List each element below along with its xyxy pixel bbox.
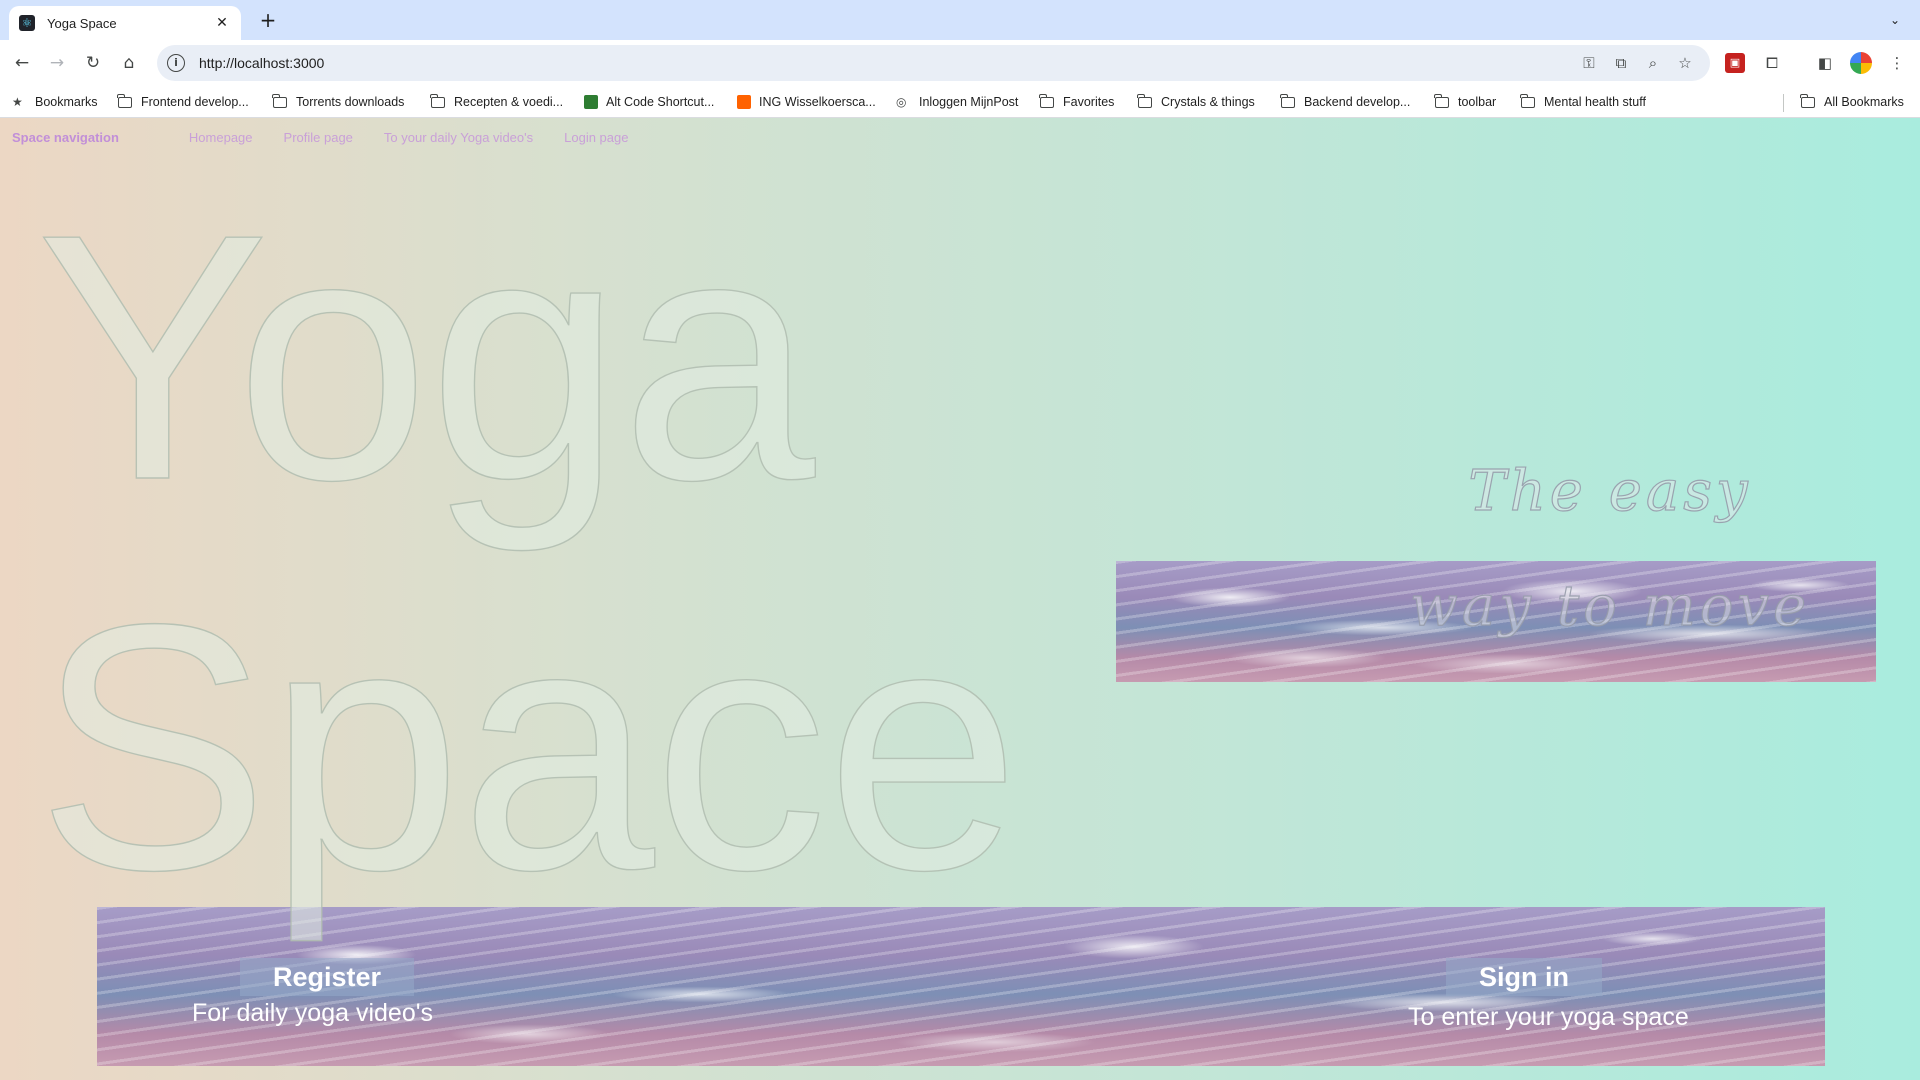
- nav-link-yoga-videos[interactable]: To your daily Yoga video's: [384, 130, 533, 145]
- url-text[interactable]: http://localhost:3000: [199, 55, 1580, 71]
- nav-brand[interactable]: Space navigation: [12, 130, 119, 145]
- bookmarks-bar: ★ Bookmarks Frontend develop... Torrents…: [0, 86, 1920, 118]
- bookmark-folder[interactable]: Favorites: [1039, 86, 1115, 118]
- zoom-icon[interactable]: ⌕: [1644, 54, 1662, 72]
- bookmark-label: Mental health stuff: [1544, 95, 1646, 109]
- browser-tab[interactable]: ⚛ Yoga Space ✕: [9, 6, 241, 40]
- bookmark-item[interactable]: Alt Code Shortcut...: [584, 86, 714, 118]
- key-icon[interactable]: ⚿: [1580, 54, 1598, 72]
- nav-link-login[interactable]: Login page: [564, 130, 628, 145]
- bookmark-label: Recepten & voedi...: [454, 95, 564, 109]
- menu-icon[interactable]: ⋮: [1887, 53, 1907, 73]
- avatar[interactable]: [1850, 52, 1872, 74]
- bookmark-folder[interactable]: Frontend develop...: [117, 86, 249, 118]
- bookmark-item[interactable]: ◎ Inloggen MijnPost: [896, 86, 1018, 118]
- address-bar[interactable]: i http://localhost:3000 ⚿ ⧉ ⌕ ☆: [157, 45, 1710, 81]
- star-icon: ★: [12, 95, 23, 109]
- folder-icon: [1039, 93, 1054, 108]
- tab-title: Yoga Space: [47, 15, 117, 31]
- close-icon[interactable]: ✕: [213, 14, 231, 32]
- nav-link-profile[interactable]: Profile page: [284, 130, 353, 145]
- back-icon[interactable]: ←: [8, 49, 36, 77]
- folder-icon: [1520, 93, 1535, 108]
- folder-icon: [1280, 93, 1295, 108]
- home-icon[interactable]: ⌂: [115, 49, 143, 77]
- bookmark-folder[interactable]: Mental health stuff: [1520, 86, 1646, 118]
- bookmark-label: toolbar: [1458, 95, 1497, 109]
- folder-icon: [1434, 93, 1449, 108]
- folder-icon: [1800, 93, 1815, 108]
- tab-strip: ⚛ Yoga Space ✕ + ⌄: [0, 0, 1920, 40]
- bookmark-folder[interactable]: Crystals & things: [1137, 86, 1255, 118]
- site-favicon: [584, 95, 598, 109]
- bookmark-label: ING Wisselkoersca...: [759, 95, 876, 109]
- react-icon: ⚛: [19, 15, 35, 31]
- nav-link-homepage[interactable]: Homepage: [189, 130, 253, 145]
- open-external-icon[interactable]: ⧉: [1612, 54, 1630, 72]
- browser-toolbar: ← → ↻ ⌂ i http://localhost:3000 ⚿ ⧉ ⌕ ☆ …: [0, 40, 1920, 86]
- signin-subtitle: To enter your yoga space: [1408, 1003, 1689, 1031]
- bookmark-folder[interactable]: Torrents downloads: [272, 86, 405, 118]
- bookmark-label: Backend develop...: [1304, 95, 1411, 109]
- bookmark-folder[interactable]: toolbar: [1434, 86, 1497, 118]
- bookmarks-divider: [1783, 94, 1784, 112]
- bookmark-label: All Bookmarks: [1824, 95, 1904, 109]
- site-favicon: [737, 95, 751, 109]
- register-subtitle: For daily yoga video's: [192, 999, 434, 1027]
- folder-icon: [1137, 93, 1152, 108]
- side-panel-icon[interactable]: ◧: [1815, 53, 1835, 73]
- register-button[interactable]: Register: [240, 958, 415, 996]
- bookmark-star-icon[interactable]: ☆: [1676, 54, 1694, 72]
- folder-icon: [430, 93, 445, 108]
- bookmark-item[interactable]: ★ Bookmarks: [12, 86, 98, 118]
- hero-title: Yoga Space: [35, 162, 1021, 943]
- extension-icon[interactable]: ▣: [1725, 53, 1745, 73]
- bookmark-item[interactable]: ING Wisselkoersca...: [737, 86, 876, 118]
- bookmark-label: Frontend develop...: [141, 95, 249, 109]
- new-tab-button[interactable]: +: [254, 8, 282, 32]
- site-navigation: Space navigation Homepage Profile page T…: [12, 130, 659, 145]
- forward-icon[interactable]: →: [43, 49, 71, 77]
- bookmark-folder[interactable]: Backend develop...: [1280, 86, 1411, 118]
- folder-icon: [272, 93, 287, 108]
- signin-button[interactable]: Sign in: [1446, 958, 1602, 996]
- page-viewport: Space navigation Homepage Profile page T…: [0, 118, 1920, 1080]
- bookmark-label: Alt Code Shortcut...: [606, 95, 715, 109]
- reload-icon[interactable]: ↻: [79, 49, 107, 77]
- folder-icon: [117, 93, 132, 108]
- bookmark-label: Torrents downloads: [296, 95, 405, 109]
- chevron-down-icon[interactable]: ⌄: [1884, 9, 1906, 31]
- all-bookmarks-button[interactable]: All Bookmarks: [1800, 86, 1904, 118]
- bookmark-label: Favorites: [1063, 95, 1115, 109]
- tagline: The easy way to move: [1409, 458, 1811, 639]
- bookmark-label: Crystals & things: [1161, 95, 1255, 109]
- bookmark-label: Inloggen MijnPost: [919, 95, 1019, 109]
- bookmark-folder[interactable]: Recepten & voedi...: [430, 86, 564, 118]
- site-info-icon[interactable]: i: [167, 54, 185, 72]
- puzzle-icon[interactable]: ⧠: [1762, 53, 1782, 73]
- bookmark-label: Bookmarks: [35, 95, 98, 109]
- globe-icon: ◎: [896, 95, 907, 109]
